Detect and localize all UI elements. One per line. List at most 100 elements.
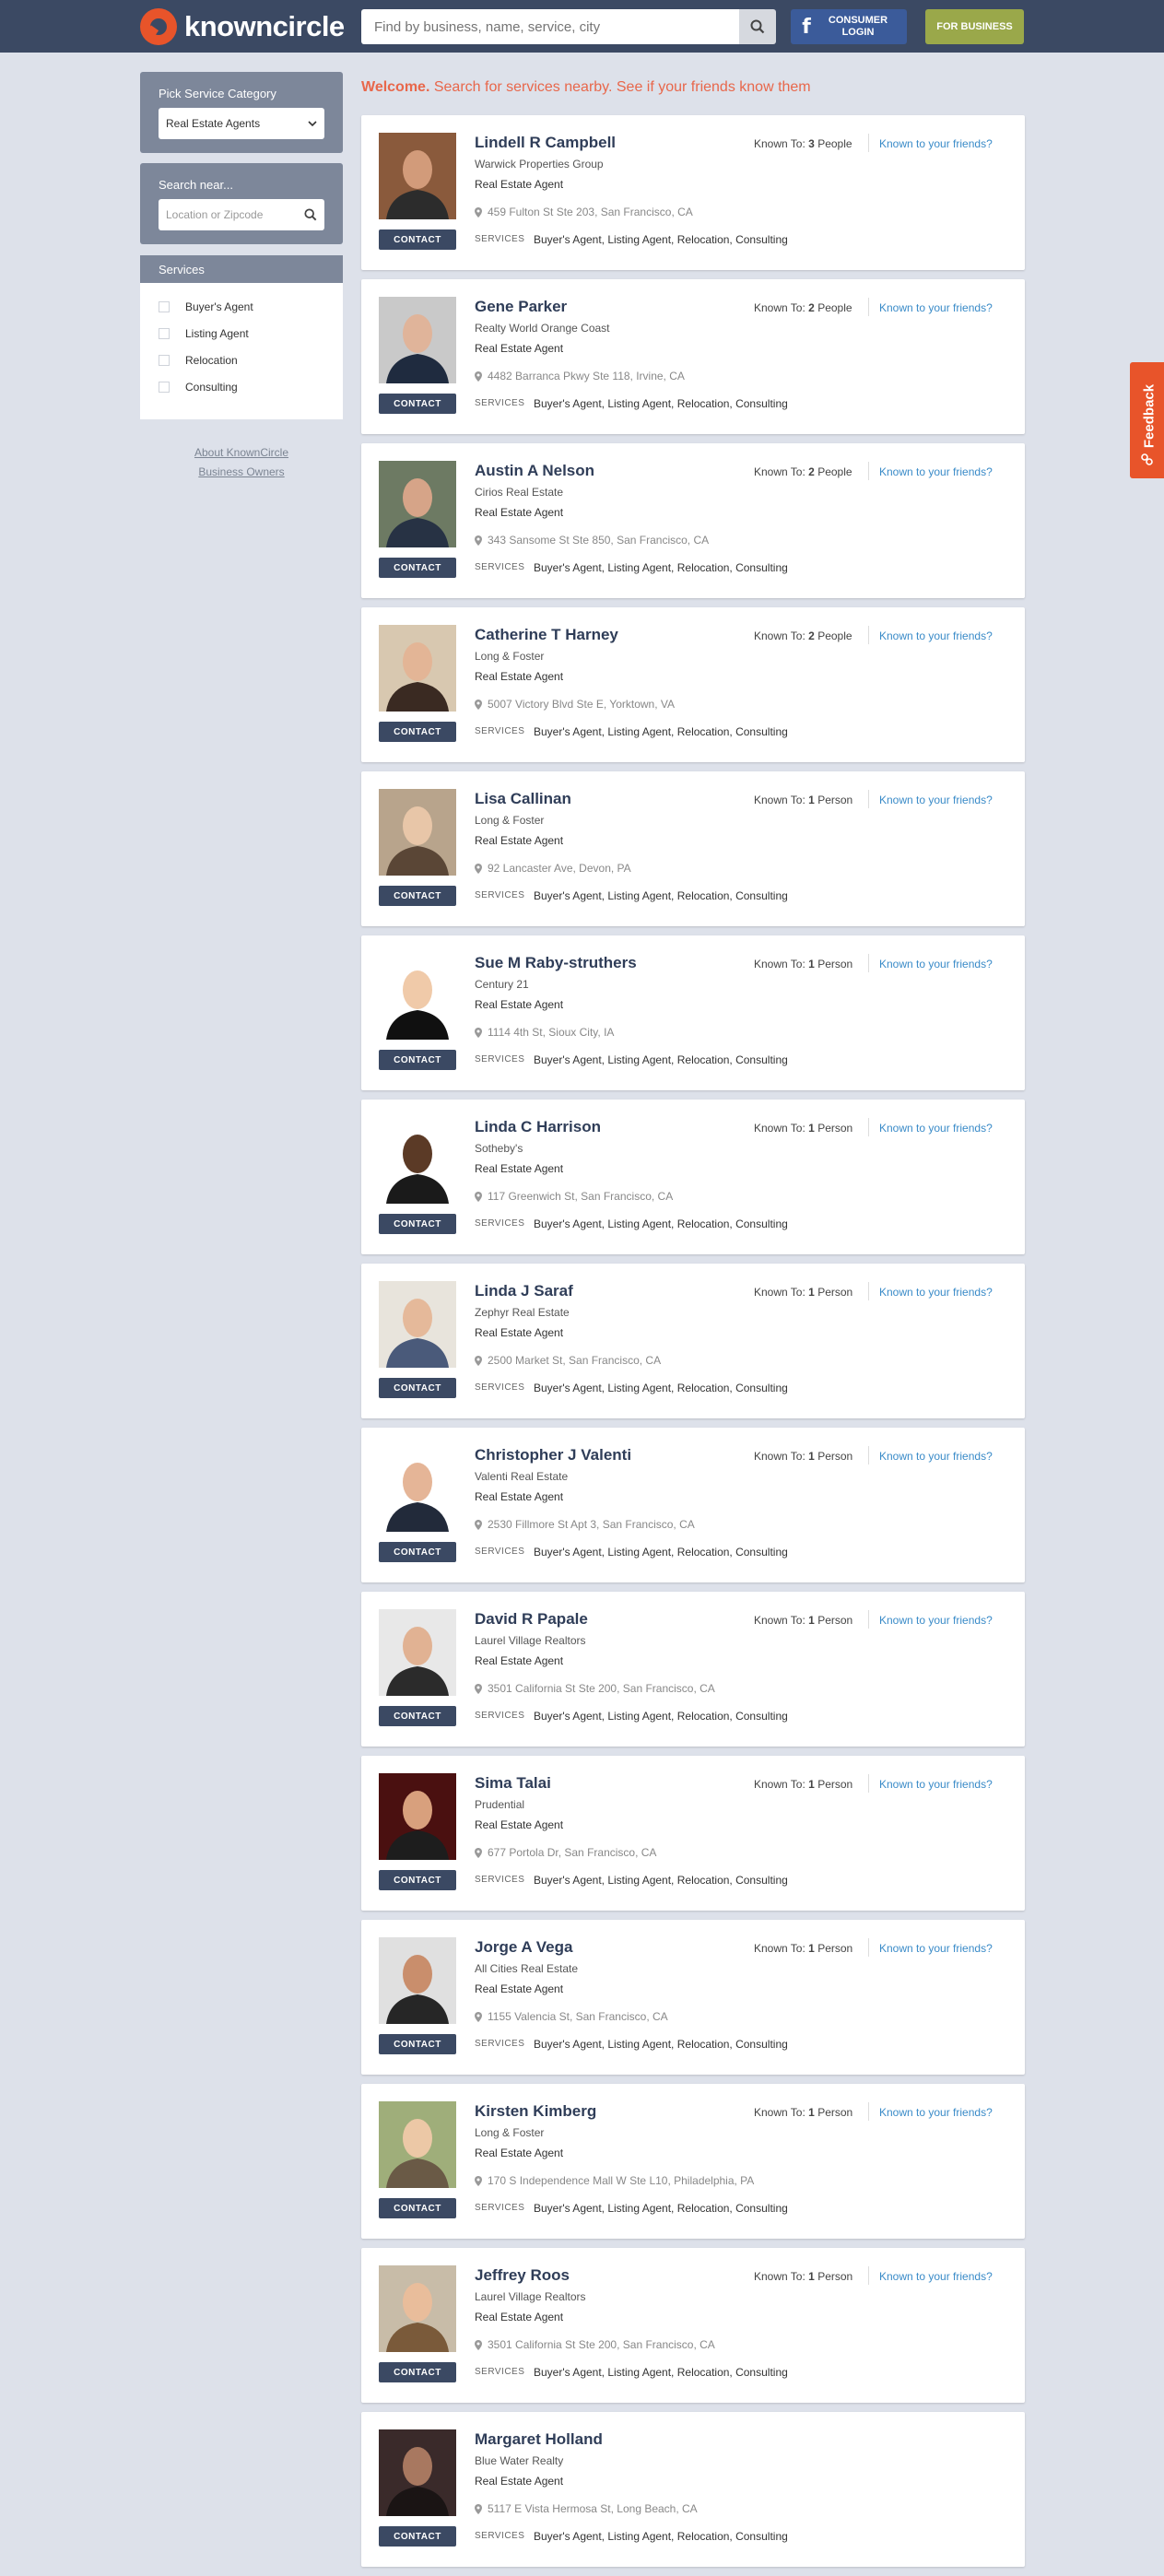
contact-button[interactable]: CONTACT (379, 1378, 456, 1398)
contact-button[interactable]: CONTACT (379, 2362, 456, 2382)
contact-button[interactable]: CONTACT (379, 722, 456, 742)
location-input[interactable]: Location or Zipcode (159, 199, 324, 230)
facebook-icon: f (802, 15, 811, 39)
agent-name[interactable]: David R Papale (475, 1610, 588, 1629)
known-unit: Person (817, 2270, 853, 2283)
agent-photo[interactable] (379, 2265, 456, 2352)
contact-button[interactable]: CONTACT (379, 2198, 456, 2218)
agent-name[interactable]: Christopher J Valenti (475, 1446, 631, 1464)
for-business-button[interactable]: FOR BUSINESS (925, 9, 1024, 44)
agent-photo[interactable] (379, 1937, 456, 2024)
checkbox[interactable] (159, 301, 170, 312)
about-link[interactable]: About KnownCircle (140, 446, 343, 459)
known-to-friends-link[interactable]: Known to your friends? (879, 629, 993, 642)
known-to-friends-link[interactable]: Known to your friends? (879, 1286, 993, 1299)
known-to-friends-link[interactable]: Known to your friends? (879, 1942, 993, 1955)
divider (868, 298, 869, 316)
divider (868, 1446, 869, 1464)
agent-name[interactable]: Lisa Callinan (475, 790, 571, 808)
agent-name[interactable]: Jorge A Vega (475, 1938, 572, 1957)
agent-company: Zephyr Real Estate (475, 1306, 570, 1319)
services-list: Buyer's Agent, Listing Agent, Relocation… (534, 889, 788, 902)
agent-name[interactable]: Linda C Harrison (475, 1118, 601, 1136)
services-label: SERVICES (475, 890, 525, 900)
contact-button[interactable]: CONTACT (379, 886, 456, 906)
checkbox[interactable] (159, 355, 170, 366)
known-to-friends-link[interactable]: Known to your friends? (879, 301, 993, 314)
service-filter-consulting[interactable]: Consulting (159, 381, 238, 394)
consumer-login-button[interactable]: f CONSUMER LOGIN (791, 9, 907, 44)
agent-address: 2530 Fillmore St Apt 3, San Francisco, C… (475, 1518, 695, 1531)
contact-button[interactable]: CONTACT (379, 2526, 456, 2547)
checkbox[interactable] (159, 382, 170, 393)
known-to-friends-link[interactable]: Known to your friends? (879, 465, 993, 478)
service-filter-buyers-agent[interactable]: Buyer's Agent (159, 300, 253, 313)
agent-name[interactable]: Margaret Holland (475, 2430, 603, 2449)
search-button[interactable] (739, 9, 776, 44)
agent-name[interactable]: Austin A Nelson (475, 462, 594, 480)
business-owners-link[interactable]: Business Owners (140, 465, 343, 478)
contact-button[interactable]: CONTACT (379, 1542, 456, 1562)
contact-button[interactable]: CONTACT (379, 1706, 456, 1726)
contact-button[interactable]: CONTACT (379, 558, 456, 578)
known-count: 2 (808, 301, 815, 314)
agent-photo[interactable] (379, 1117, 456, 1204)
search-icon[interactable] (304, 208, 317, 221)
agent-photo[interactable] (379, 625, 456, 712)
logo[interactable]: knowncircle (140, 8, 345, 45)
agent-photo[interactable] (379, 953, 456, 1040)
services-label: SERVICES (475, 1218, 525, 1229)
known-to-friends-link[interactable]: Known to your friends? (879, 137, 993, 150)
feedback-tab[interactable]: Feedback (1130, 362, 1164, 478)
agent-photo[interactable] (379, 1281, 456, 1368)
known-to-friends-link[interactable]: Known to your friends? (879, 958, 993, 970)
welcome-bold: Welcome. (361, 79, 430, 95)
agent-photo[interactable] (379, 297, 456, 383)
search-input[interactable] (361, 9, 739, 44)
agent-address: 2500 Market St, San Francisco, CA (475, 1354, 661, 1367)
known-to-friends-link[interactable]: Known to your friends? (879, 794, 993, 806)
agent-name[interactable]: Catherine T Harney (475, 626, 618, 644)
known-count: 1 (808, 1450, 815, 1463)
contact-button[interactable]: CONTACT (379, 394, 456, 414)
category-select[interactable]: Real Estate Agents (159, 108, 324, 139)
contact-button[interactable]: CONTACT (379, 1870, 456, 1890)
agent-name[interactable]: Sue M Raby-struthers (475, 954, 637, 972)
known-count: 3 (808, 137, 815, 150)
agent-name[interactable]: Gene Parker (475, 298, 567, 316)
contact-button[interactable]: CONTACT (379, 229, 456, 250)
agent-photo[interactable] (379, 133, 456, 219)
divider (868, 1610, 869, 1629)
known-unit: People (817, 629, 852, 642)
agent-photo[interactable] (379, 2101, 456, 2188)
known-to-friends-link[interactable]: Known to your friends? (879, 1614, 993, 1627)
known-to-friends-link[interactable]: Known to your friends? (879, 1778, 993, 1791)
search-near-title: Search near... (159, 178, 233, 192)
service-filter-relocation[interactable]: Relocation (159, 354, 238, 367)
services-label: SERVICES (475, 562, 525, 572)
agent-photo[interactable] (379, 1445, 456, 1532)
service-filter-listing-agent[interactable]: Listing Agent (159, 327, 249, 340)
contact-button[interactable]: CONTACT (379, 2034, 456, 2054)
known-to-friends-link[interactable]: Known to your friends? (879, 1450, 993, 1463)
agent-name[interactable]: Kirsten Kimberg (475, 2102, 596, 2121)
agent-name[interactable]: Sima Talai (475, 1774, 551, 1793)
services-list: Buyer's Agent, Listing Agent, Relocation… (534, 2366, 788, 2379)
agent-name[interactable]: Jeffrey Roos (475, 2266, 570, 2285)
known-to-friends-link[interactable]: Known to your friends? (879, 2270, 993, 2283)
agent-photo[interactable] (379, 789, 456, 876)
agent-photo[interactable] (379, 1609, 456, 1696)
known-to: Known To: 1 Person (754, 2106, 852, 2119)
agent-photo[interactable] (379, 1773, 456, 1860)
agent-name[interactable]: Linda J Saraf (475, 1282, 573, 1300)
checkbox[interactable] (159, 328, 170, 339)
contact-button[interactable]: CONTACT (379, 1050, 456, 1070)
divider (868, 2266, 869, 2285)
known-to-friends-link[interactable]: Known to your friends? (879, 1122, 993, 1135)
known-to-friends-link[interactable]: Known to your friends? (879, 2106, 993, 2119)
services-list: Buyer's Agent, Listing Agent, Relocation… (534, 233, 788, 246)
agent-photo[interactable] (379, 461, 456, 547)
contact-button[interactable]: CONTACT (379, 1214, 456, 1234)
agent-photo[interactable] (379, 2429, 456, 2516)
agent-name[interactable]: Lindell R Campbell (475, 134, 616, 152)
